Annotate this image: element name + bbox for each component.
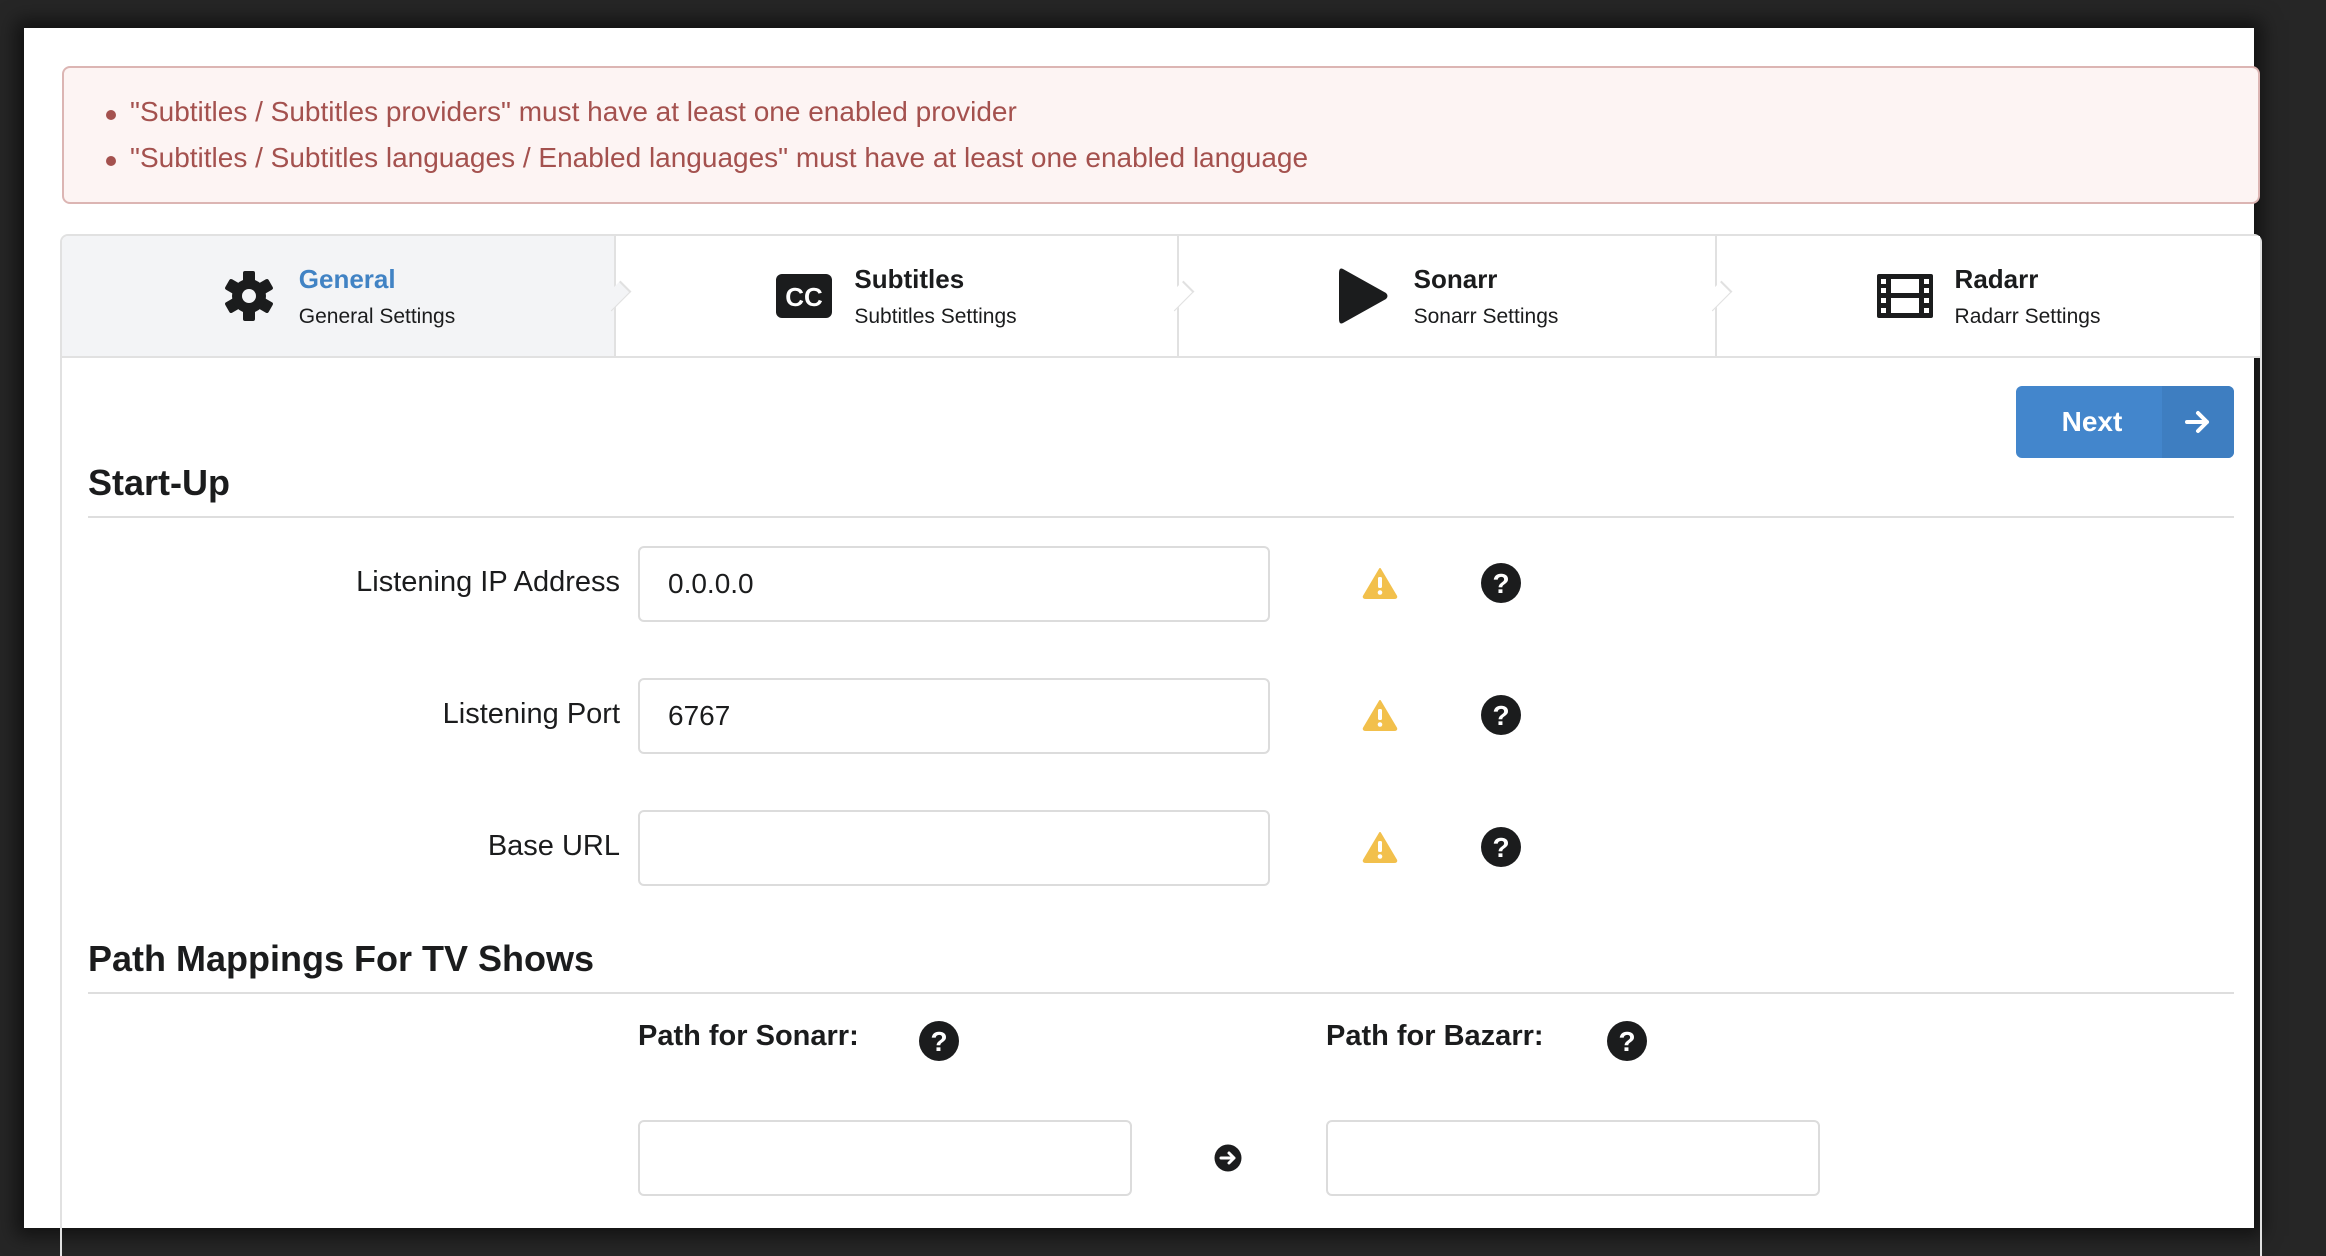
- step-description: Radarr Settings: [1954, 304, 2101, 328]
- path-sonarr-input[interactable]: [638, 1120, 1132, 1196]
- step-sonarr[interactable]: Sonarr Sonarr Settings: [1179, 236, 1733, 356]
- step-description: General Settings: [298, 304, 456, 328]
- help-icon[interactable]: ?: [1606, 1020, 1648, 1062]
- gear-icon: [221, 268, 277, 324]
- step-description: Sonarr Settings: [1413, 304, 1559, 328]
- section-title-startup: Start-Up: [88, 462, 230, 503]
- path-bazarr-input[interactable]: [1326, 1120, 1820, 1196]
- section-divider: [88, 516, 2234, 518]
- film-icon: [1876, 268, 1933, 324]
- help-icon[interactable]: ?: [1480, 694, 1522, 736]
- step-general[interactable]: General General Settings: [62, 236, 632, 356]
- step-subtitles[interactable]: CC Subtitles Subtitles Settings: [616, 236, 1195, 356]
- arrow-circle-right-icon: [1214, 1144, 1242, 1172]
- path-sonarr-label: Path for Sonarr:: [638, 1020, 859, 1052]
- path-bazarr-label: Path for Bazarr:: [1326, 1020, 1544, 1052]
- step-title: General: [298, 263, 396, 294]
- alert-message: "Subtitles / Subtitles languages / Enabl…: [105, 142, 1309, 173]
- svg-text:?: ?: [1492, 700, 1509, 731]
- warning-icon: [1362, 831, 1398, 863]
- step-description: Subtitles Settings: [854, 304, 1017, 328]
- help-icon[interactable]: ?: [1480, 562, 1522, 604]
- step-title: Subtitles: [854, 263, 965, 294]
- arrow-right-icon: [2162, 386, 2234, 458]
- step-title: Radarr: [1954, 263, 2039, 294]
- section-title-path-mappings: Path Mappings For TV Shows: [88, 938, 595, 979]
- next-button-label: Next: [2061, 406, 2123, 437]
- listening-port-input[interactable]: [638, 678, 1270, 754]
- field-label: Listening IP Address: [356, 566, 620, 598]
- svg-text:?: ?: [1492, 832, 1509, 863]
- alert-message: "Subtitles / Subtitles providers" must h…: [106, 96, 1017, 127]
- play-icon: [1336, 268, 1392, 324]
- browser-window: "Subtitles / Subtitles providers" must h…: [24, 28, 2262, 1256]
- section-divider: [88, 992, 2234, 994]
- svg-text:CC: CC: [786, 282, 824, 312]
- help-icon[interactable]: ?: [1480, 826, 1522, 868]
- help-icon[interactable]: ?: [918, 1020, 960, 1062]
- warning-icon: [1362, 699, 1398, 731]
- listening-ip-input[interactable]: [638, 546, 1270, 622]
- settings-panel: Next Start-Up Listening IP Address ? Lis…: [60, 356, 2262, 1256]
- step-radarr[interactable]: Radarr Radarr Settings: [1717, 236, 2260, 356]
- base-url-input[interactable]: [638, 810, 1270, 886]
- field-label: Listening Port: [442, 698, 620, 730]
- svg-text:?: ?: [1492, 568, 1509, 599]
- svg-text:?: ?: [930, 1026, 947, 1057]
- error-alert: "Subtitles / Subtitles providers" must h…: [62, 66, 2260, 204]
- field-label: Base URL: [487, 830, 620, 862]
- warning-icon: [1362, 567, 1398, 599]
- wizard-steps: General General Settings CC Subtitles Su…: [60, 234, 2262, 358]
- step-title: Sonarr: [1413, 263, 1498, 294]
- closed-captions-icon: CC: [776, 268, 833, 324]
- svg-text:?: ?: [1618, 1026, 1635, 1057]
- next-button[interactable]: Next: [2016, 386, 2234, 458]
